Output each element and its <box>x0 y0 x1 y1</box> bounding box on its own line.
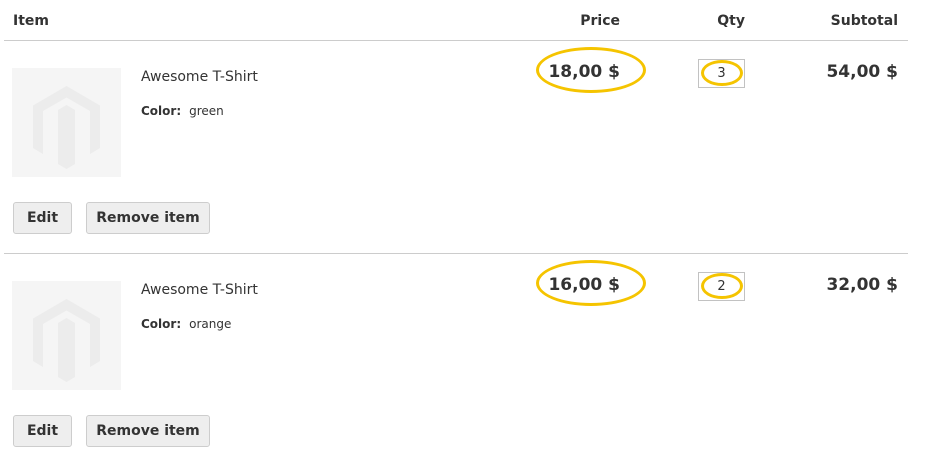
qty-input[interactable] <box>698 59 745 88</box>
product-image[interactable] <box>12 68 121 177</box>
header-subtotal: Subtotal <box>830 13 898 29</box>
cart-table-header: Item Price Qty Subtotal <box>4 0 908 41</box>
edit-button[interactable]: Edit <box>13 202 72 234</box>
option-label: Color: <box>141 104 182 118</box>
product-option: Color: orange <box>141 317 231 331</box>
item-subtotal: 32,00 $ <box>826 275 898 295</box>
edit-button[interactable]: Edit <box>13 415 72 447</box>
magento-placeholder-icon <box>33 299 100 382</box>
option-value: orange <box>189 317 232 331</box>
option-label: Color: <box>141 317 182 331</box>
product-name-link[interactable]: Awesome T-Shirt <box>141 69 258 85</box>
remove-item-button[interactable]: Remove item <box>86 415 210 447</box>
shopping-cart-table: Item Price Qty Subtotal Awesome T-Shirt … <box>4 0 908 459</box>
qty-input[interactable] <box>698 272 745 301</box>
cart-item-row: Awesome T-Shirt Color: orange 16,00 $ 32,… <box>4 254 908 459</box>
product-image[interactable] <box>12 281 121 390</box>
header-item: Item <box>13 13 49 29</box>
cart-item-row: Awesome T-Shirt Color: green 18,00 $ 54,0… <box>4 41 908 254</box>
header-price: Price <box>580 13 620 29</box>
product-name-link[interactable]: Awesome T-Shirt <box>141 282 258 298</box>
item-price: 16,00 $ <box>548 275 620 295</box>
magento-placeholder-icon <box>33 86 100 169</box>
item-price: 18,00 $ <box>548 62 620 82</box>
item-subtotal: 54,00 $ <box>826 62 898 82</box>
remove-item-button[interactable]: Remove item <box>86 202 210 234</box>
header-qty: Qty <box>717 13 745 29</box>
option-value: green <box>189 104 224 118</box>
product-option: Color: green <box>141 104 224 118</box>
